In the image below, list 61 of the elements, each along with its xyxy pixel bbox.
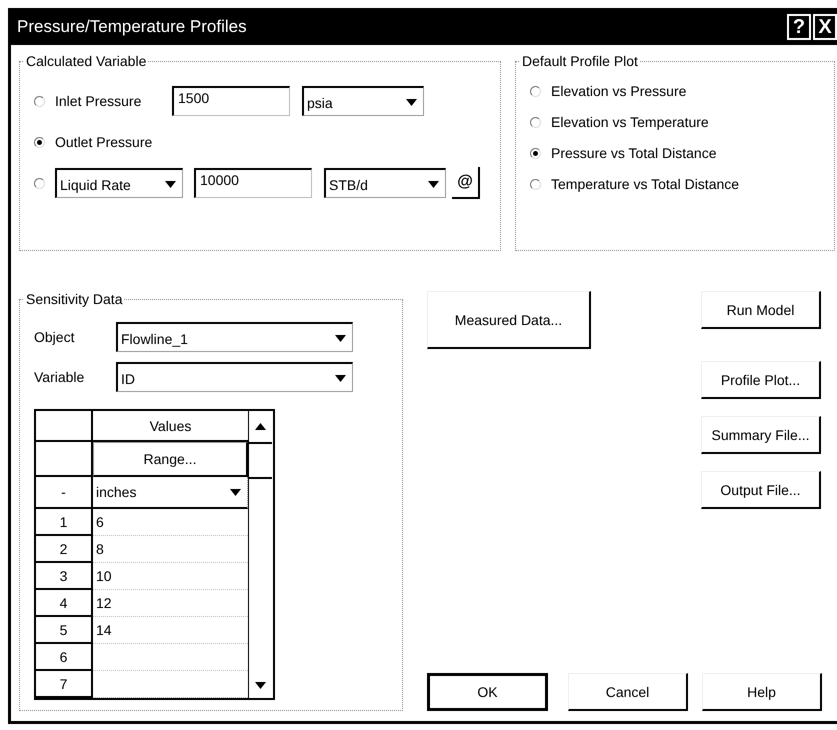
dropdown-arrow-icon: [428, 181, 439, 188]
range-button[interactable]: Range...: [93, 442, 248, 477]
variable-dropdown[interactable]: Liquid Rate: [55, 168, 183, 198]
radio-label: Inlet Pressure: [55, 93, 142, 109]
side-button[interactable]: Run Model: [701, 291, 821, 329]
radio-label: Elevation vs Pressure: [551, 83, 686, 99]
radio-label: Elevation vs Temperature: [551, 114, 709, 130]
side-button[interactable]: Output File...: [701, 471, 821, 509]
table-cell[interactable]: 12: [93, 590, 248, 617]
group-title: Calculated Variable: [26, 53, 146, 69]
table-cell[interactable]: 8: [93, 536, 248, 563]
dropdown-arrow-icon: [406, 99, 417, 106]
scroll-up-icon[interactable]: [255, 423, 266, 430]
radio-label: Outlet Pressure: [55, 134, 152, 150]
at-button[interactable]: @: [452, 167, 480, 199]
window-title: Pressure/Temperature Profiles: [17, 16, 247, 36]
field-label: Object: [34, 329, 76, 345]
input-field[interactable]: 10000: [194, 168, 312, 198]
ok-button[interactable]: OK: [427, 673, 548, 711]
dropdown-arrow-icon: [335, 375, 346, 382]
row-header: -: [36, 477, 93, 509]
input-field[interactable]: 1500: [172, 86, 290, 116]
help-button[interactable]: Help: [702, 673, 822, 711]
dropdown-arrow-icon: [230, 488, 241, 496]
scrollbar[interactable]: [248, 411, 272, 698]
scroll-down-icon[interactable]: [255, 682, 266, 688]
unit-dropdown[interactable]: psia: [302, 86, 424, 116]
field-label: Variable: [34, 369, 86, 385]
side-button[interactable]: Profile Plot...: [701, 361, 821, 399]
row-header: 6: [36, 644, 93, 671]
measured-data-button[interactable]: Measured Data...: [427, 291, 591, 349]
help-button[interactable]: ?: [787, 14, 811, 40]
row-header: 5: [36, 617, 93, 644]
row-header: 3: [36, 563, 93, 590]
group-title: Default Profile Plot: [522, 53, 638, 69]
radio-button[interactable]: [530, 86, 541, 96]
row-header: 1: [36, 509, 93, 536]
radio-button[interactable]: [530, 178, 541, 190]
side-button[interactable]: Summary File...: [701, 416, 821, 454]
dropdown-arrow-icon: [335, 335, 346, 342]
group-title: Sensitivity Data: [26, 291, 122, 307]
radio-button[interactable]: [34, 178, 45, 188]
radio-label: Pressure vs Total Distance: [551, 145, 716, 161]
variable-dropdown[interactable]: ID: [116, 362, 353, 392]
row-header: 4: [36, 590, 93, 617]
radio-button[interactable]: [34, 136, 45, 148]
radio-button[interactable]: [530, 116, 541, 128]
cancel-button[interactable]: Cancel: [568, 673, 688, 711]
radio-button[interactable]: [530, 148, 541, 158]
table-cell[interactable]: 10: [93, 563, 248, 590]
radio-button[interactable]: [34, 96, 45, 106]
unit-dropdown[interactable]: inches: [93, 477, 248, 509]
radio-label: Temperature vs Total Distance: [551, 176, 740, 192]
object-dropdown[interactable]: Flowline_1: [116, 322, 353, 352]
close-button[interactable]: X: [813, 14, 837, 40]
table-cell[interactable]: 6: [93, 509, 248, 536]
dropdown-arrow-icon: [165, 181, 176, 188]
row-header: 2: [36, 536, 93, 563]
table-cell[interactable]: 14: [93, 617, 248, 644]
row-header: 7: [36, 671, 93, 698]
unit-dropdown[interactable]: STB/d: [324, 168, 446, 198]
